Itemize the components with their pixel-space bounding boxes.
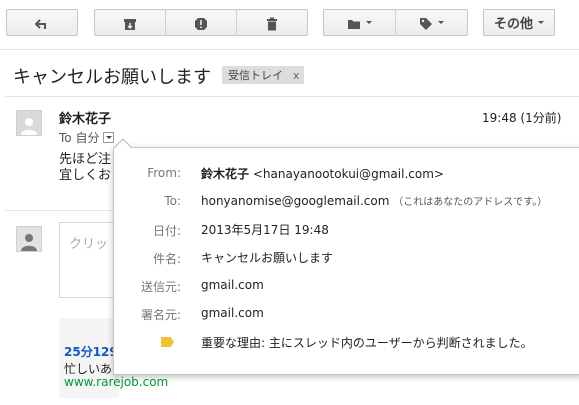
inbox-label-text: 受信トレイ: [228, 69, 283, 82]
subject-divider: [5, 96, 579, 97]
message-body-line: 宜しくお: [59, 168, 112, 183]
from-name: 鈴木花子: [201, 167, 250, 181]
show-details-dropdown[interactable]: [103, 132, 115, 143]
to-email: honyanomise@googlemail.com: [201, 194, 390, 208]
popup-pointer-fill: [115, 140, 131, 148]
to-label: To:: [164, 194, 181, 208]
signed-by-value: gmail.com: [201, 306, 264, 320]
label-tag-icon: [419, 16, 433, 30]
my-avatar: [16, 226, 42, 252]
sender-name[interactable]: 鈴木花子: [59, 108, 111, 127]
from-label: From:: [147, 166, 181, 180]
to-note: （これはあなたのアドレスです。）: [393, 197, 548, 208]
back-arrow-icon: [34, 16, 49, 30]
from-email: <hanayanootokui@gmail.com>: [252, 167, 444, 181]
person-icon: [21, 234, 37, 251]
ad-url-link[interactable]: www.rarejob.com: [64, 375, 168, 389]
recipient-text: To 自分: [59, 131, 100, 145]
message-body: 先ほど注 宜しくお: [59, 152, 115, 184]
importance-reason: 重要な理由: 主にスレッド内のユーザーから判断されました。: [201, 336, 533, 350]
trash-icon: [265, 16, 279, 30]
chevron-down-icon: [438, 21, 444, 24]
toolbar-divider: [0, 49, 579, 50]
archive-button[interactable]: [94, 9, 166, 36]
sender-avatar: [16, 110, 42, 136]
folder-move-icon: [347, 16, 361, 30]
message-body-line: 先ほど注: [59, 152, 112, 167]
thread-subject: キャンセルお願いします: [13, 67, 211, 88]
chevron-down-icon: [366, 21, 372, 24]
chevron-down-icon: [538, 21, 544, 24]
more-button[interactable]: その他: [483, 9, 555, 36]
message-time: 19:48 (1分前): [482, 111, 562, 125]
recipient-line: To 自分: [59, 129, 115, 146]
archive-icon: [123, 16, 137, 30]
to-value: honyanomise@googlemail.com （これはあなたのアドレスで…: [201, 193, 547, 208]
back-button[interactable]: [6, 9, 78, 36]
subject-value: キャンセルお願いします: [201, 251, 334, 265]
mailed-by-value: gmail.com: [201, 278, 264, 292]
reply-input[interactable]: クリッ: [59, 222, 119, 298]
date-value: 2013年5月17日 19:48: [201, 223, 329, 237]
delete-button[interactable]: [236, 9, 308, 36]
ad-title-link[interactable]: 25分129: [64, 343, 116, 360]
subject-label: 件名:: [152, 252, 181, 266]
report-spam-button[interactable]: [165, 9, 237, 36]
remove-label-icon[interactable]: x: [293, 69, 300, 82]
move-to-button[interactable]: [323, 9, 396, 36]
mailed-by-label: 送信元:: [140, 280, 181, 294]
person-icon: [21, 118, 37, 135]
from-value: 鈴木花子 <hanayanootokui@gmail.com>: [201, 165, 444, 182]
signed-by-label: 署名元:: [140, 308, 181, 322]
more-label: その他: [493, 17, 533, 32]
labels-button[interactable]: [395, 9, 468, 36]
report-spam-icon: [194, 16, 208, 30]
inbox-label-chip[interactable]: 受信トレイ x: [222, 66, 304, 84]
date-label: 日付:: [152, 224, 181, 238]
